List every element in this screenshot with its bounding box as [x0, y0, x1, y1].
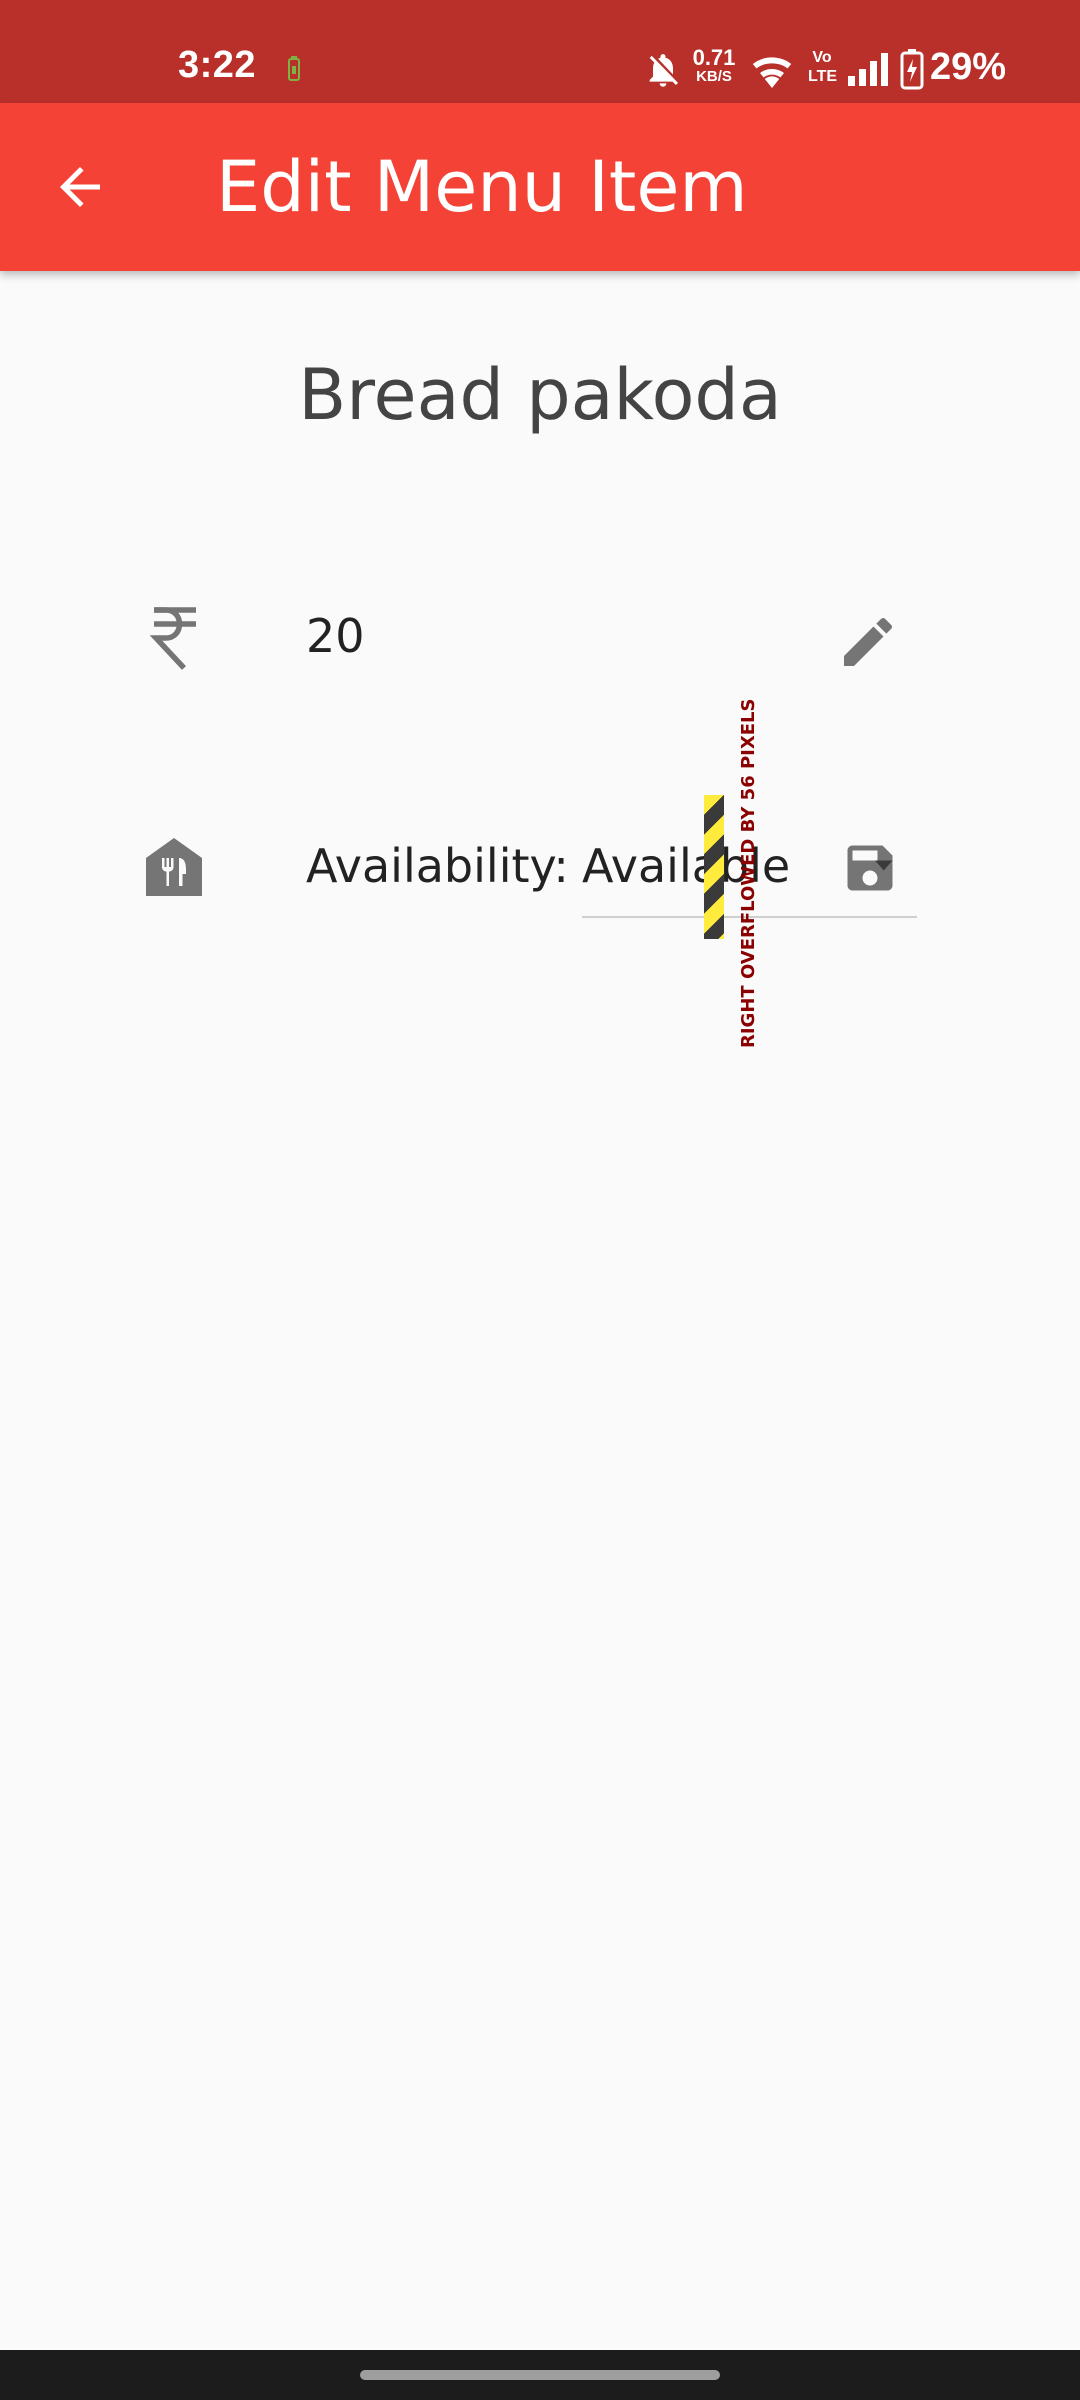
arrow-back-icon — [60, 167, 100, 207]
overflow-warning-stripe — [704, 795, 724, 939]
wifi-icon — [752, 57, 792, 88]
status-bar: 3:22 0.71 KB/S Vo LTE 29% — [0, 0, 1080, 103]
signal-icon — [848, 53, 888, 86]
net-speed-value: 0.71 — [692, 45, 736, 70]
back-button[interactable] — [40, 147, 120, 227]
status-time: 3:22 — [178, 44, 257, 86]
price-value: 20 — [306, 609, 365, 663]
navigation-bar — [0, 2350, 1080, 2400]
item-name: Bread pakoda — [298, 354, 782, 436]
rupee-icon — [150, 607, 196, 670]
restaurant-store-icon — [146, 838, 202, 896]
save-button[interactable] — [840, 838, 900, 898]
net-speed-unit: KB/S — [696, 68, 732, 85]
app-bar: Edit Menu Item — [0, 103, 1080, 271]
volte-top: Vo — [812, 49, 832, 66]
mute-icon — [649, 54, 678, 87]
battery-percent: 29% — [930, 46, 1007, 88]
edit-icon — [844, 617, 893, 666]
volte-indicator: Vo LTE — [808, 48, 838, 86]
battery-charging-icon — [900, 49, 924, 90]
battery-saver-icon — [288, 56, 300, 81]
page-title: Edit Menu Item — [216, 146, 748, 228]
edit-button[interactable] — [836, 610, 900, 674]
availability-label: Availability: — [306, 839, 569, 893]
volte-bottom: LTE — [808, 68, 838, 85]
home-indicator[interactable] — [360, 2370, 720, 2380]
overflow-warning-text: RIGHT OVERFLOWED BY 56 PIXELS — [738, 698, 759, 1048]
network-speed: 0.71 KB/S — [692, 45, 736, 86]
